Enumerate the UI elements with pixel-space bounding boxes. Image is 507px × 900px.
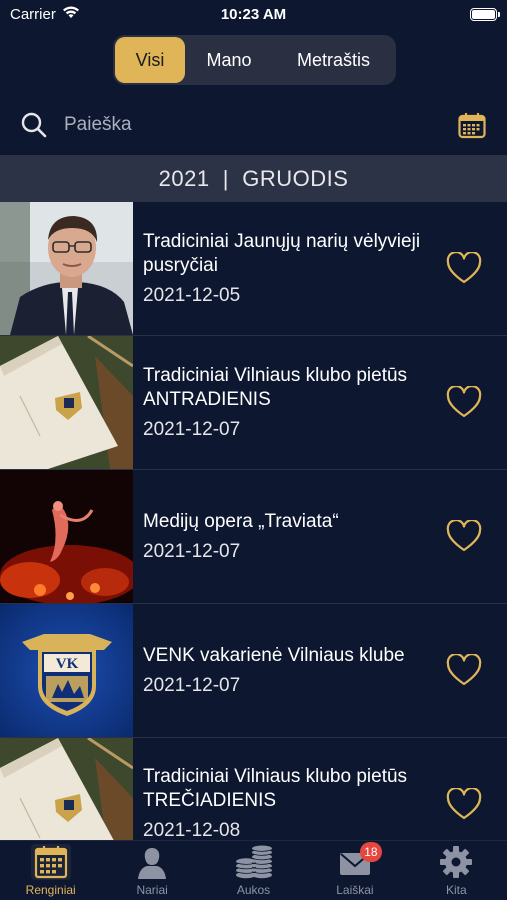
event-text: Medijų opera „Traviata“ 2021-12-07 (143, 470, 428, 603)
battery-icon (470, 7, 500, 21)
event-title: Tradiciniai Jaunųjų narių vėlyvieji pusr… (143, 230, 421, 276)
status-bar: Carrier 10:23 AM (0, 0, 507, 28)
svg-text:VK: VK (56, 656, 79, 672)
heart-icon[interactable] (446, 384, 482, 419)
event-row[interactable]: Tradiciniai Vilniaus klubo pietūs TREČIA… (0, 738, 507, 840)
event-date: 2021-12-08 (143, 820, 241, 840)
event-text: Tradiciniai Vilniaus klubo pietūs TREČIA… (143, 738, 428, 840)
event-thumbnail (0, 470, 133, 603)
event-title: Medijų opera „Traviata“ (143, 510, 339, 532)
event-list: Tradiciniai Jaunųjų narių vėlyvieji pusr… (0, 202, 507, 840)
person-icon (132, 844, 172, 880)
calendar-icon[interactable] (458, 112, 486, 139)
event-row[interactable]: VK VENK vakarienė Vilniaus klube 2021-12… (0, 604, 507, 738)
heart-icon[interactable] (446, 652, 482, 687)
event-date: 2021-12-07 (143, 418, 241, 440)
event-text: Tradiciniai Jaunųjų narių vėlyvieji pusr… (143, 202, 428, 335)
search-input[interactable] (64, 110, 424, 140)
segment-mano[interactable]: Mano (185, 37, 273, 83)
event-row[interactable]: Medijų opera „Traviata“ 2021-12-07 (0, 470, 507, 604)
tab-label: Kita (445, 883, 467, 897)
tab-bar: Renginiai Nariai Aukos 18 Laiškai Kita (0, 840, 507, 900)
vk-logo-text: VK (56, 656, 79, 672)
event-title: Tradiciniai Vilniaus klubo pietūs TREČIA… (143, 766, 408, 811)
event-row[interactable]: Tradiciniai Jaunųjų narių vėlyvieji pusr… (0, 202, 507, 336)
tab-label: Aukos (236, 883, 271, 897)
tab-renginiai[interactable]: Renginiai (0, 841, 101, 900)
tab-laiskai[interactable]: 18 Laiškai (304, 841, 405, 900)
heart-icon[interactable] (446, 786, 482, 821)
gear-icon (436, 844, 476, 880)
calendar-icon (30, 844, 71, 880)
tab-label: Laiškai (336, 883, 374, 897)
search-bar (0, 100, 507, 150)
event-thumbnail (0, 738, 133, 840)
event-text: VENK vakarienė Vilniaus klube 2021-12-07 (143, 604, 428, 737)
event-date: 2021-12-07 (143, 674, 241, 696)
tab-nariai[interactable]: Nariai (101, 841, 202, 900)
search-icon (20, 111, 48, 139)
tab-label: Nariai (136, 883, 168, 897)
coins-icon (234, 844, 274, 880)
tab-kita[interactable]: Kita (406, 841, 507, 900)
filter-segmented-control: Visi Mano Metraštis (113, 35, 396, 85)
event-thumbnail: VK (0, 604, 133, 737)
segment-metrastis[interactable]: Metraštis (273, 37, 394, 83)
event-date: 2021-12-05 (143, 284, 241, 306)
event-row[interactable]: Tradiciniai Vilniaus klubo pietūs ANTRAD… (0, 336, 507, 470)
tab-label: Renginiai (25, 883, 76, 897)
event-text: Tradiciniai Vilniaus klubo pietūs ANTRAD… (143, 336, 428, 469)
event-title: Tradiciniai Vilniaus klubo pietūs ANTRAD… (143, 364, 408, 410)
event-title: VENK vakarienė Vilniaus klube (143, 644, 405, 666)
event-thumbnail (0, 336, 133, 469)
unread-badge: 18 (360, 842, 382, 862)
heart-icon[interactable] (446, 250, 482, 285)
month-section-header: 2021 | GRUODIS (0, 155, 507, 202)
event-thumbnail (0, 202, 133, 335)
event-date: 2021-12-07 (143, 540, 241, 562)
carrier-label: Carrier (10, 5, 56, 23)
segment-visi[interactable]: Visi (115, 37, 185, 83)
status-left: Carrier (10, 5, 80, 23)
heart-icon[interactable] (446, 518, 482, 553)
wifi-icon (62, 5, 80, 23)
tab-aukos[interactable]: Aukos (203, 841, 304, 900)
